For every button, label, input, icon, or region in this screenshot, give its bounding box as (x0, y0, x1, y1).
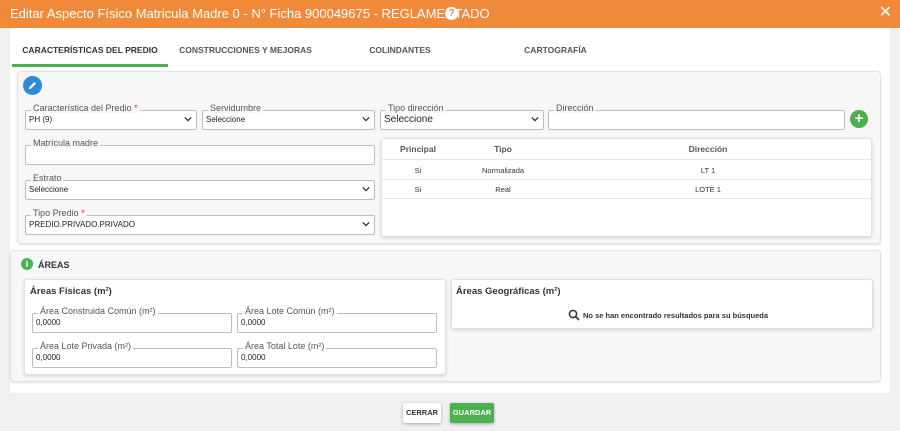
pencil-icon (28, 82, 36, 90)
areas-title: ÁREAS (38, 260, 70, 270)
caracteristica-select[interactable]: Característica del Predio * PH (9) (25, 103, 197, 130)
area-lote-privada-label: Área Lote Privada (m²) (38, 341, 134, 351)
search-icon (568, 309, 580, 321)
area-total-lote-input[interactable]: Área Total Lote (m²) 0,0000 (237, 341, 437, 368)
dialog-header: Editar Aspecto Físico Matricula Madre 0 … (0, 0, 900, 28)
chevron-down-icon (362, 116, 370, 122)
tipo-predio-value: PREDIO.PRIVADO.PRIVADO (29, 220, 135, 229)
table-cell: LOTE 1 (695, 185, 721, 194)
table-divider (381, 179, 872, 180)
estrato-value: Seleccione (29, 185, 69, 194)
area-lote-comun-input[interactable]: Área Lote Común (m²) 0,0000 (237, 306, 437, 333)
table-divider (381, 198, 872, 199)
table-divider (381, 159, 872, 160)
chevron-down-icon (362, 221, 370, 227)
table-cell: Normalizada (481, 166, 525, 175)
tab-caracteristicas[interactable]: CARACTERÍSTICAS DEL PREDIO (12, 33, 168, 67)
tab-bar: CARACTERÍSTICAS DEL PREDIO CONSTRUCCIONE… (10, 33, 890, 67)
table-cell: Real (495, 185, 511, 194)
plus-icon: + (854, 110, 864, 127)
tipo-direccion-label: Tipo dirección (386, 103, 446, 113)
table-cell: LT 1 (700, 166, 716, 175)
info-icon: i (21, 258, 33, 270)
tipo-direccion-value: Seleccione (384, 114, 433, 125)
tab-cartografia[interactable]: CARTOGRAFÍA (498, 33, 613, 67)
areas-geograficas-title: Áreas Geográficas (m²) (456, 286, 561, 297)
area-lote-comun-value: 0,0000 (241, 318, 266, 327)
direccion-label: Dirección (554, 103, 596, 113)
chevron-down-icon (531, 116, 539, 122)
servidumbre-value: Seleccione (206, 115, 246, 124)
tab-construcciones[interactable]: CONSTRUCCIONES Y MEJORAS (173, 33, 318, 67)
close-button[interactable]: CERRAR (403, 403, 441, 423)
direccion-input[interactable]: Dirección (548, 103, 845, 130)
tipo-direccion-select[interactable]: Tipo dirección Seleccione (380, 103, 544, 130)
caracteristica-label: Característica del Predio * (31, 103, 140, 113)
table-header-principal: Principal (400, 144, 436, 154)
servidumbre-label: Servidumbre (208, 103, 264, 113)
table-header-tipo: Tipo (494, 144, 512, 154)
add-address-button[interactable]: + (850, 110, 868, 128)
table-header-direccion: Dirección (688, 144, 728, 154)
area-construida-comun-value: 0,0000 (36, 318, 61, 327)
matricula-madre-label: Matrícula madre (31, 138, 101, 148)
tipo-predio-label: Tipo Predio * (31, 208, 87, 218)
edit-button[interactable] (23, 76, 42, 95)
close-icon[interactable]: ✕ (879, 4, 892, 22)
dialog-title: Editar Aspecto Físico Matricula Madre 0 … (10, 6, 490, 21)
matricula-madre-input[interactable]: Matrícula madre (25, 138, 375, 165)
save-button[interactable]: GUARDAR (450, 403, 494, 423)
tipo-predio-select[interactable]: Tipo Predio * PREDIO.PRIVADO.PRIVADO (25, 208, 375, 235)
table-cell: Si (414, 166, 422, 175)
estrato-select[interactable]: Estrato Seleccione (25, 173, 375, 200)
area-total-lote-value: 0,0000 (241, 353, 266, 362)
area-construida-comun-input[interactable]: Área Construida Común (m²) 0,0000 (32, 306, 232, 333)
area-lote-privada-value: 0,0000 (36, 353, 61, 362)
servidumbre-select[interactable]: Servidumbre Seleccione (202, 103, 375, 130)
table-cell: Si (414, 185, 422, 194)
area-total-lote-label: Área Total Lote (m²) (243, 341, 327, 351)
areas-fisicas-title: Áreas Físicas (m²) (30, 286, 112, 297)
caracteristica-value: PH (9) (29, 115, 53, 124)
area-lote-comun-label: Área Lote Común (m²) (243, 306, 337, 316)
estrato-label: Estrato (31, 173, 64, 183)
area-construida-comun-label: Área Construida Común (m²) (38, 306, 158, 316)
help-icon[interactable]: ? (445, 7, 458, 20)
chevron-down-icon (184, 116, 192, 122)
empty-results-message: No se han encontrado resultados para su … (583, 311, 769, 320)
chevron-down-icon (362, 186, 370, 192)
area-lote-privada-input[interactable]: Área Lote Privada (m²) 0,0000 (32, 341, 232, 368)
tab-colindantes[interactable]: COLINDANTES (343, 33, 457, 67)
